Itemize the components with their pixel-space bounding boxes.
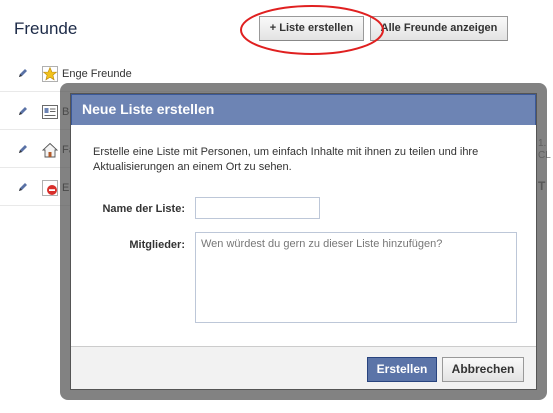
star-icon — [42, 66, 58, 82]
pencil-icon[interactable] — [17, 105, 29, 117]
create-button[interactable]: Erstellen — [367, 357, 437, 382]
create-list-button[interactable]: + Liste erstellen — [259, 16, 364, 41]
members-input[interactable]: Wen würdest du gern zu dieser Liste hinz… — [195, 232, 517, 323]
new-list-dialog: Neue Liste erstellen Erstelle eine Liste… — [70, 93, 537, 390]
members-label: Mitglieder: — [129, 239, 185, 251]
cancel-button[interactable]: Abbrechen — [442, 357, 524, 382]
dialog-title: Neue Liste erstellen — [71, 94, 536, 125]
list-label[interactable]: Enge Freunde — [62, 68, 132, 80]
house-icon — [42, 142, 58, 158]
pencil-icon[interactable] — [17, 143, 29, 155]
dialog-body: Erstelle eine Liste mit Personen, um ein… — [71, 125, 536, 347]
pencil-icon[interactable] — [17, 181, 29, 193]
blocked-icon — [42, 180, 58, 196]
contact-card-icon — [42, 105, 58, 119]
pencil-icon[interactable] — [17, 67, 29, 79]
list-name-input[interactable] — [195, 197, 320, 219]
page-title: Freunde — [14, 19, 78, 38]
dialog-footer: Erstellen Abbrechen — [71, 346, 536, 389]
plus-icon: + — [269, 22, 277, 34]
all-friends-button[interactable]: Alle Freunde anzeigen — [370, 16, 508, 41]
list-name-label: Name der Liste: — [102, 203, 185, 215]
dialog-description: Erstelle eine Liste mit Personen, um ein… — [93, 146, 479, 173]
create-list-label: Liste erstellen — [279, 22, 354, 34]
